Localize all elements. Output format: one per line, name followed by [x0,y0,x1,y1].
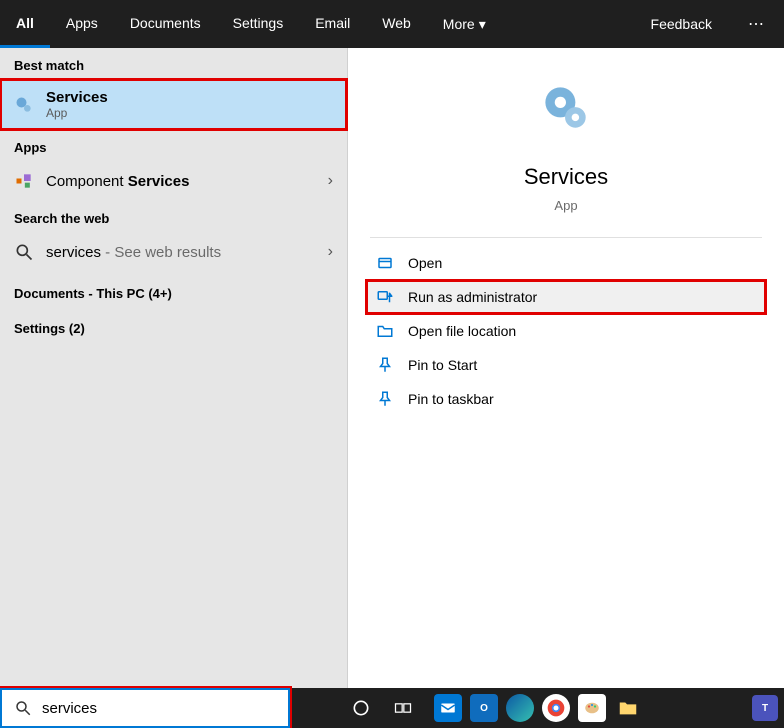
gear-icon [14,95,34,115]
chevron-right-icon: › [328,172,333,190]
action-pin-start[interactable]: Pin to Start [366,348,766,382]
filter-more-label: More [443,16,475,32]
result-item-web-search[interactable]: services - See web results › [0,232,347,272]
action-pin-taskbar[interactable]: Pin to taskbar [366,382,766,416]
chevron-right-icon: › [328,243,333,261]
pin-icon [376,390,394,408]
feedback-link[interactable]: Feedback [633,0,730,48]
result-title: services - See web results [46,244,221,261]
search-input[interactable] [42,700,276,717]
options-icon[interactable]: ⋯ [730,0,784,48]
component-icon [14,171,34,191]
taskbar-system-icons [290,688,424,728]
taskbar-app-mail[interactable] [430,688,466,728]
web-suffix: - See web results [101,244,221,261]
taskbar-app-outlook[interactable]: O [466,688,502,728]
task-view-icon[interactable] [382,688,424,728]
action-label: Open [408,255,442,271]
result-subtitle: App [46,106,108,120]
filter-tab-settings[interactable]: Settings [217,0,300,48]
search-filter-bar: All Apps Documents Settings Email Web Mo… [0,0,784,48]
section-header-documents[interactable]: Documents - This PC (4+) [0,272,347,307]
action-open[interactable]: Open [366,246,766,280]
search-icon [14,242,34,262]
taskbar-search-box[interactable] [0,688,290,728]
taskbar-app-explorer[interactable] [610,688,646,728]
services-app-icon [536,78,596,138]
section-header-apps: Apps [0,130,347,161]
search-icon [14,699,32,717]
section-header-web: Search the web [0,201,347,232]
detail-header: Services App [348,78,784,213]
taskbar-tray: T [750,688,784,728]
action-label: Run as administrator [408,289,537,305]
filter-tab-web[interactable]: Web [366,0,427,48]
web-query: services [46,244,101,261]
result-prefix: Component [46,173,128,190]
result-bold: Services [128,173,190,190]
action-label: Pin to taskbar [408,391,494,407]
filter-more-dropdown[interactable]: More ▾ [427,0,502,48]
taskbar-app-paint[interactable] [574,688,610,728]
chevron-down-icon: ▾ [479,16,486,33]
section-header-best-match: Best match [0,48,347,79]
action-list: Open Run as administrator Open file loca… [348,246,784,416]
action-label: Pin to Start [408,357,477,373]
divider [370,237,762,238]
section-header-settings[interactable]: Settings (2) [0,307,347,342]
pin-icon [376,356,394,374]
filter-tab-all[interactable]: All [0,0,50,48]
cortana-icon[interactable] [340,688,382,728]
taskbar-app-chrome[interactable] [538,688,574,728]
detail-subtitle: App [554,198,577,213]
result-title: Services [46,89,108,106]
result-text: Services App [46,89,108,120]
result-item-services[interactable]: Services App [0,79,347,130]
open-icon [376,254,394,272]
result-item-component-services[interactable]: Component Services › [0,161,347,201]
taskbar-apps: O [424,688,646,728]
results-pane: Best match Services App Apps Component S… [0,48,347,688]
search-results-main: Best match Services App Apps Component S… [0,48,784,688]
admin-icon [376,288,394,306]
taskbar: O T [0,688,784,728]
filter-tab-documents[interactable]: Documents [114,0,217,48]
detail-title: Services [524,164,608,190]
taskbar-app-edge[interactable] [502,688,538,728]
filter-tab-email[interactable]: Email [299,0,366,48]
action-open-location[interactable]: Open file location [366,314,766,348]
result-title: Component Services [46,173,189,190]
detail-pane: Services App Open Run as administrator [347,48,784,688]
taskbar-app-teams[interactable]: T [750,688,780,728]
action-run-as-admin[interactable]: Run as administrator [366,280,766,314]
filter-tab-apps[interactable]: Apps [50,0,114,48]
action-label: Open file location [408,323,516,339]
folder-icon [376,322,394,340]
